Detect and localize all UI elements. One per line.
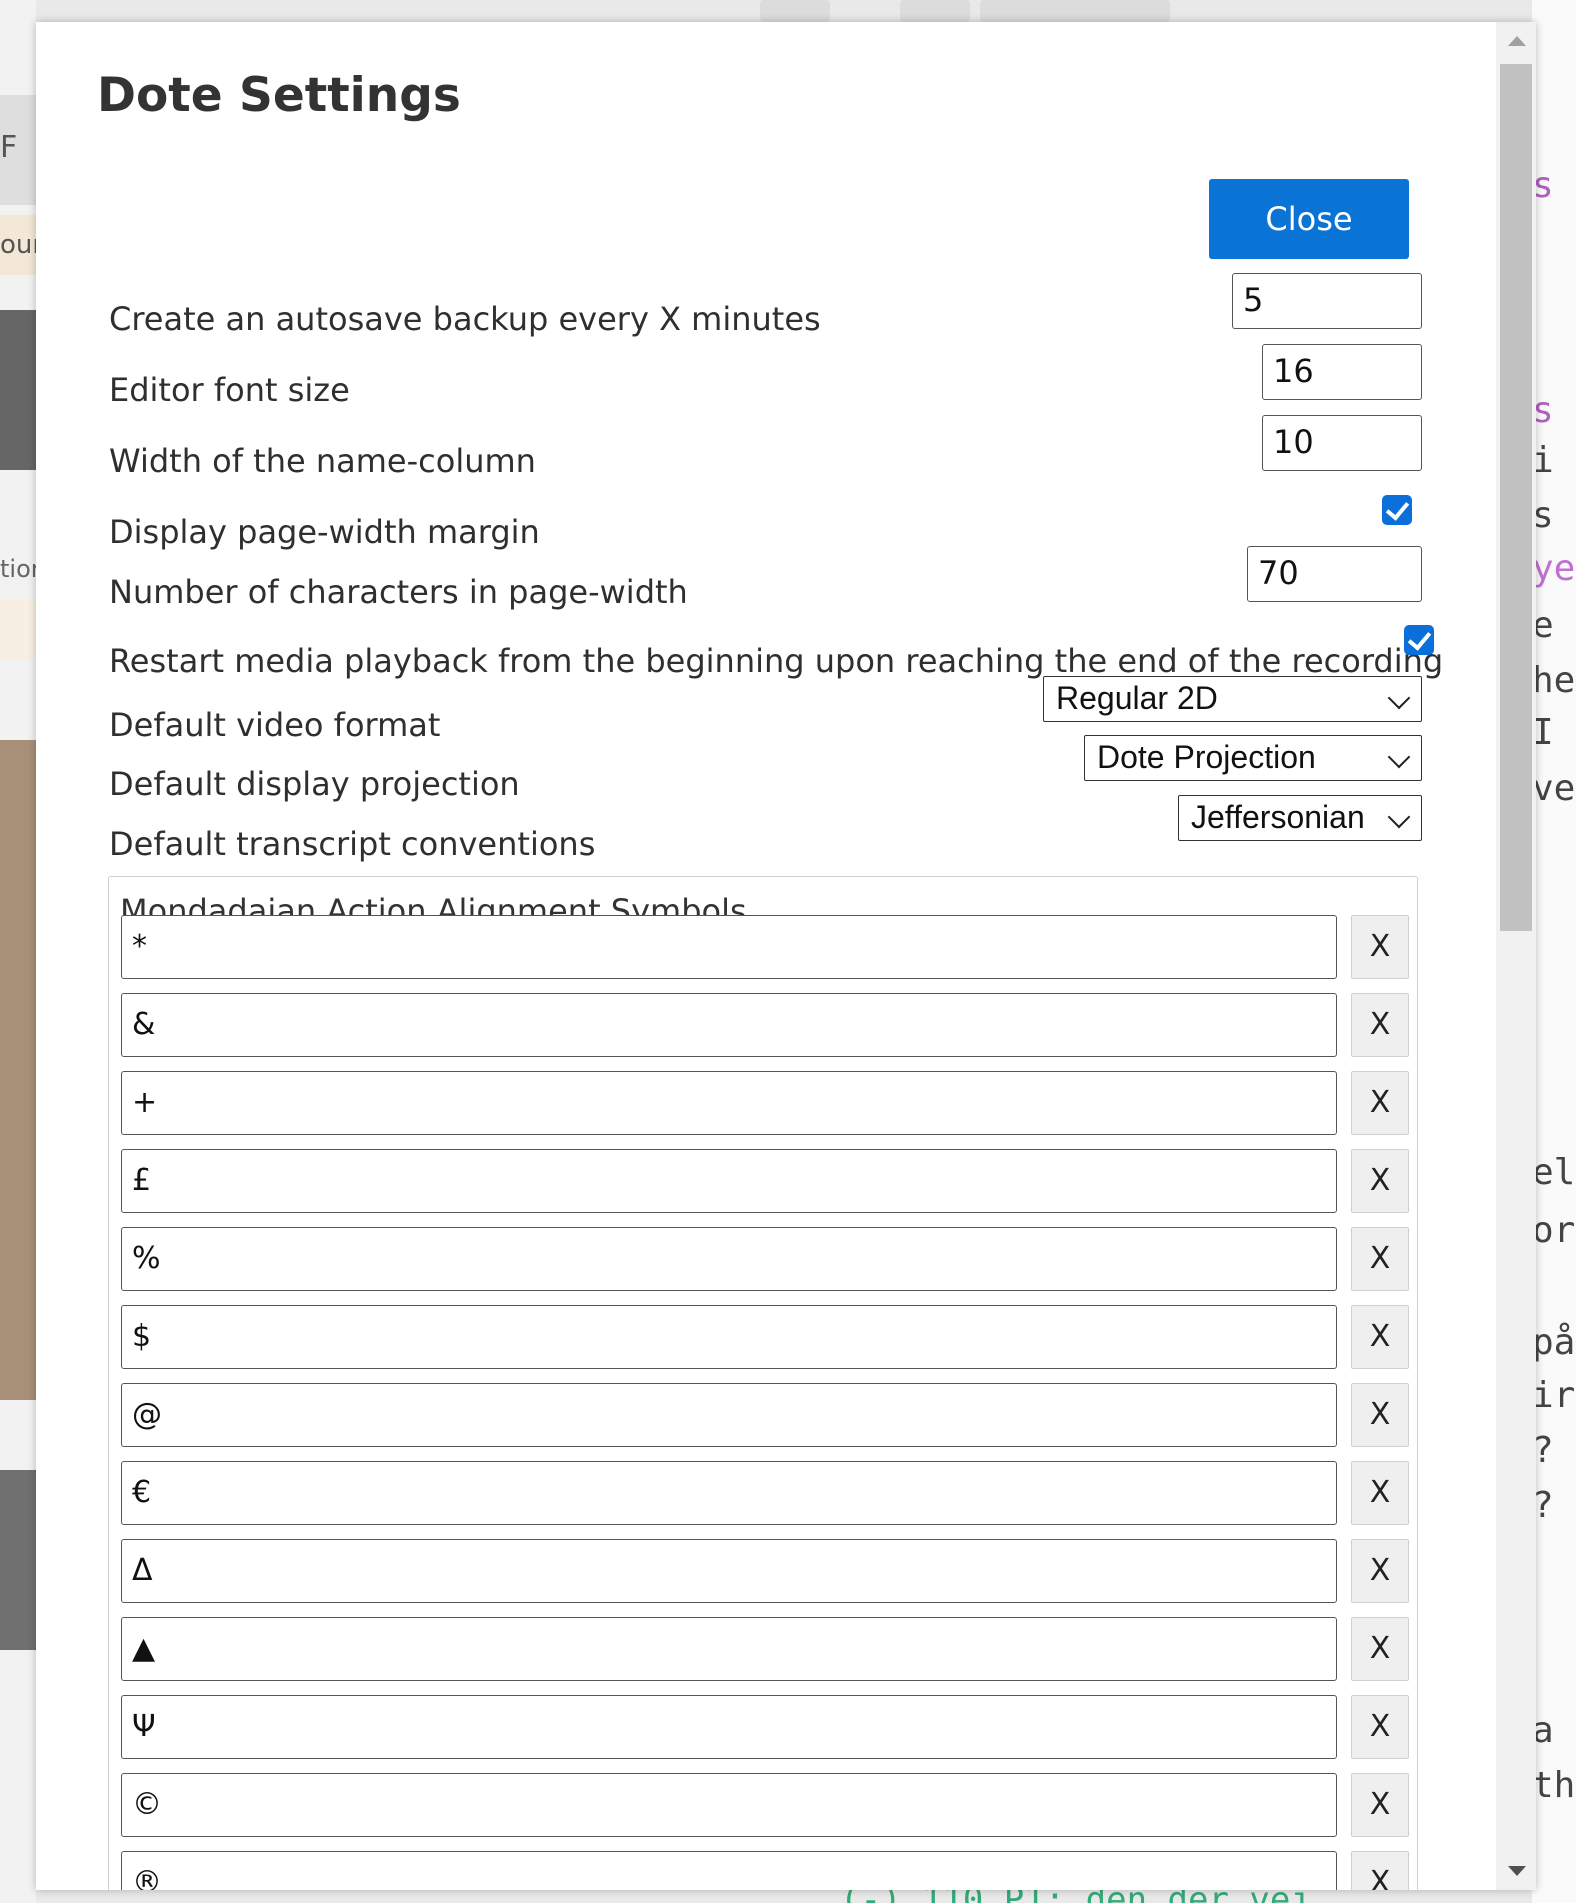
background-waveform xyxy=(0,1470,36,1650)
remove-symbol-button[interactable]: X xyxy=(1351,1851,1409,1890)
transcript-conventions-label: Default transcript conventions xyxy=(109,825,596,863)
remove-symbol-button[interactable]: X xyxy=(1351,1617,1409,1681)
background-code: s xyxy=(1532,495,1554,536)
display-projection-value: Dote Projection xyxy=(1097,739,1316,775)
settings-dialog-content: Dote Settings Close Create an autosave b… xyxy=(36,22,1496,1890)
background-tab xyxy=(900,0,970,22)
background-code: or xyxy=(1532,1210,1576,1251)
display-projection-label: Default display projection xyxy=(109,765,520,803)
name-column-label: Width of the name-column xyxy=(109,442,536,480)
remove-symbol-button[interactable]: X xyxy=(1351,1305,1409,1369)
remove-symbol-button[interactable]: X xyxy=(1351,1695,1409,1759)
background-video xyxy=(0,740,36,1400)
remove-symbol-button[interactable]: X xyxy=(1351,1773,1409,1837)
background-code: ir xyxy=(1532,1375,1576,1416)
background-code: s xyxy=(1532,390,1554,431)
background-code: el xyxy=(1532,1152,1576,1193)
dialog-scrollbar[interactable] xyxy=(1496,22,1536,1890)
chevron-down-icon xyxy=(1387,745,1411,769)
settings-dialog: Dote Settings Close Create an autosave b… xyxy=(36,22,1536,1890)
chevron-down-icon xyxy=(1387,805,1411,829)
chevron-down-icon xyxy=(1387,686,1411,710)
transcript-conventions-select[interactable]: Jeffersonian xyxy=(1178,795,1422,841)
restart-playback-label: Restart media playback from the beginnin… xyxy=(109,642,1444,680)
symbol-input[interactable]: % xyxy=(121,1227,1337,1291)
close-button[interactable]: Close xyxy=(1209,179,1409,259)
remove-symbol-button[interactable]: X xyxy=(1351,915,1409,979)
background-left-panel: F our tior xyxy=(0,0,36,1903)
symbol-input[interactable]: @ xyxy=(121,1383,1337,1447)
symbol-input[interactable]: ® xyxy=(121,1851,1337,1890)
background-code: I xyxy=(1532,712,1554,753)
background-code: vel xyxy=(1532,768,1576,809)
video-format-label: Default video format xyxy=(109,706,441,744)
background-code: the xyxy=(1532,1765,1576,1806)
font-size-input[interactable]: 16 xyxy=(1262,344,1422,400)
remove-symbol-button[interactable]: X xyxy=(1351,1149,1409,1213)
symbol-input[interactable]: ▲ xyxy=(121,1617,1337,1681)
symbol-input[interactable]: Δ xyxy=(121,1539,1337,1603)
background-right-panel: s s i s yes e he I vel el or på ir ? ? a… xyxy=(1532,0,1576,1903)
background-code: s xyxy=(1532,165,1554,206)
background-panel xyxy=(0,600,36,660)
page-width-label: Number of characters in page-width xyxy=(109,573,688,611)
background-code: he xyxy=(1532,660,1576,701)
video-format-select[interactable]: Regular 2D xyxy=(1043,676,1422,722)
background-waveform xyxy=(0,310,36,470)
scrollbar-thumb[interactable] xyxy=(1500,64,1532,931)
remove-symbol-button[interactable]: X xyxy=(1351,1539,1409,1603)
video-format-value: Regular 2D xyxy=(1056,680,1218,716)
symbol-input[interactable]: + xyxy=(121,1071,1337,1135)
background-tab xyxy=(980,0,1170,22)
remove-symbol-button[interactable]: X xyxy=(1351,1071,1409,1135)
page-width-input[interactable]: 70 xyxy=(1247,546,1422,602)
background-code: i xyxy=(1532,440,1554,481)
remove-symbol-button[interactable]: X xyxy=(1351,1227,1409,1291)
symbol-input[interactable]: Ψ xyxy=(121,1695,1337,1759)
background-text: our xyxy=(0,215,36,275)
background-code: e xyxy=(1532,605,1554,646)
background-code: på xyxy=(1532,1322,1576,1363)
symbol-input[interactable]: € xyxy=(121,1461,1337,1525)
scroll-down-arrow-icon[interactable] xyxy=(1508,1866,1526,1876)
symbol-input[interactable]: £ xyxy=(121,1149,1337,1213)
symbol-input[interactable]: $ xyxy=(121,1305,1337,1369)
remove-symbol-button[interactable]: X xyxy=(1351,1383,1409,1447)
background-code: a xyxy=(1532,1710,1554,1751)
dialog-title: Dote Settings xyxy=(97,68,461,123)
background-code: ? xyxy=(1532,1430,1554,1471)
symbol-input[interactable]: & xyxy=(121,993,1337,1057)
transcript-conventions-value: Jeffersonian xyxy=(1191,799,1365,835)
background-text: tior xyxy=(0,555,36,583)
display-projection-select[interactable]: Dote Projection xyxy=(1084,735,1422,781)
font-size-label: Editor font size xyxy=(109,371,350,409)
remove-symbol-button[interactable]: X xyxy=(1351,1461,1409,1525)
page-margin-label: Display page-width margin xyxy=(109,513,540,551)
background-tab xyxy=(760,0,830,22)
page-margin-checkbox[interactable] xyxy=(1382,495,1412,525)
autosave-minutes-input[interactable]: 5 xyxy=(1232,273,1422,329)
symbol-input[interactable]: © xyxy=(121,1773,1337,1837)
background-text: F xyxy=(0,130,18,165)
symbol-input[interactable]: * xyxy=(121,915,1337,979)
background-code: ? xyxy=(1532,1485,1554,1526)
autosave-label: Create an autosave backup every X minute… xyxy=(109,300,821,338)
scroll-up-arrow-icon[interactable] xyxy=(1508,36,1526,46)
remove-symbol-button[interactable]: X xyxy=(1351,993,1409,1057)
restart-playback-checkbox[interactable] xyxy=(1404,625,1434,655)
background-code: yes xyxy=(1532,548,1576,589)
name-column-width-input[interactable]: 10 xyxy=(1262,415,1422,471)
